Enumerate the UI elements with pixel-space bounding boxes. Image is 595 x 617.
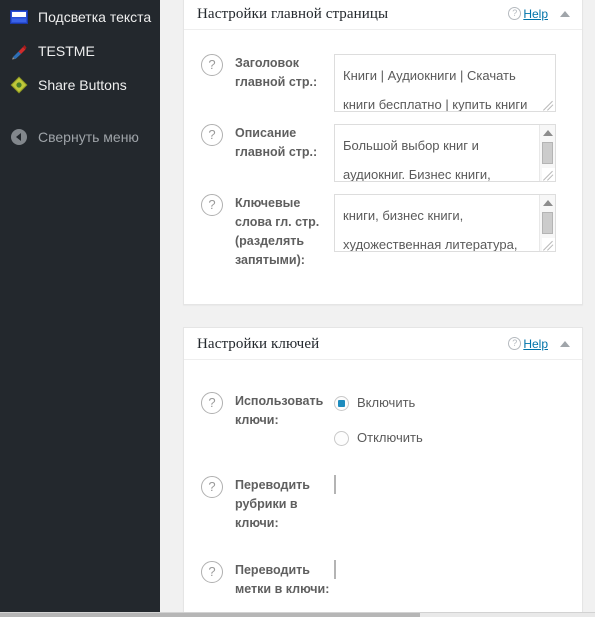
sidebar-item-testme[interactable]: TESTME bbox=[0, 34, 160, 68]
checkbox-input[interactable] bbox=[334, 475, 336, 494]
field-control bbox=[334, 560, 582, 579]
sidebar-item-share-buttons[interactable]: Share Buttons bbox=[0, 68, 160, 102]
question-mark-icon: ? bbox=[508, 7, 522, 20]
question-mark-icon: ? bbox=[508, 337, 522, 350]
form-row-use-keys: ? Использовать ключи: Включить Отключить bbox=[184, 360, 582, 449]
panel-header-actions: ? Help bbox=[508, 7, 570, 21]
resize-grip-icon[interactable] bbox=[542, 168, 555, 181]
main-content: Настройки главной страницы ? Help ? Заго… bbox=[160, 0, 595, 617]
question-mark-icon[interactable]: ? bbox=[201, 194, 223, 216]
textarea-value: Книги | Аудиокниги | Скачать книги беспл… bbox=[343, 68, 528, 112]
scrollbar-thumb[interactable] bbox=[542, 142, 553, 164]
field-label: Переводить рубрики в ключи: bbox=[235, 478, 310, 530]
field-control bbox=[334, 475, 582, 494]
form-row-tags-to-keys: ? Переводить метки в ключи: bbox=[184, 533, 582, 599]
field-label: Описание главной стр.: bbox=[235, 126, 318, 159]
sidebar-item-label: Share Buttons bbox=[38, 77, 127, 93]
diamond-share-icon bbox=[9, 75, 29, 95]
panel-header: Настройки главной страницы ? Help bbox=[184, 0, 582, 30]
sidebar-item-label: TESTME bbox=[38, 43, 95, 59]
resize-grip-icon[interactable] bbox=[542, 238, 555, 251]
field-control: Книги | Аудиокниги | Скачать книги беспл… bbox=[334, 54, 582, 112]
help-link-wrap[interactable]: ? Help bbox=[508, 7, 548, 21]
textarea-value: книги, бизнес книги, художественная лите… bbox=[343, 208, 518, 252]
form-row-home-title: ? Заголовок главной стр.: Книги | Аудиок… bbox=[184, 30, 582, 112]
form-row-home-keywords: ? Ключевые слова гл. стр. (разделять зап… bbox=[184, 182, 582, 270]
pen-icon bbox=[9, 41, 29, 61]
panel-title: Настройки ключей bbox=[197, 335, 320, 352]
chevron-up-icon[interactable] bbox=[560, 340, 570, 347]
question-mark-icon[interactable]: ? bbox=[201, 54, 223, 76]
question-mark-icon[interactable]: ? bbox=[201, 476, 223, 498]
field-label: Использовать ключи: bbox=[235, 394, 324, 427]
panel-keys-settings: Настройки ключей ? Help ? Использовать к… bbox=[183, 327, 583, 615]
field-control: книги, бизнес книги, художественная лите… bbox=[334, 194, 582, 252]
panel-body: ? Использовать ключи: Включить Отключить bbox=[184, 360, 582, 599]
field-control: Большой выбор книг и аудиокниг. Бизнес к… bbox=[334, 124, 582, 182]
radio-option-disable[interactable]: Отключить bbox=[334, 427, 582, 449]
panel-title: Настройки главной страницы bbox=[197, 5, 389, 22]
collapse-arrow-icon bbox=[9, 127, 29, 147]
panel-header-actions: ? Help bbox=[508, 337, 570, 351]
field-label: Переводить метки в ключи: bbox=[235, 563, 330, 596]
chevron-up-icon[interactable] bbox=[560, 10, 570, 17]
home-keywords-textarea[interactable]: книги, бизнес книги, художественная лите… bbox=[334, 194, 556, 252]
panel-body: ? Заголовок главной стр.: Книги | Аудиок… bbox=[184, 30, 582, 270]
help-link[interactable]: Help bbox=[523, 337, 548, 351]
question-mark-icon[interactable]: ? bbox=[201, 561, 223, 583]
checkbox-input[interactable] bbox=[334, 560, 336, 579]
radio-label: Отключить bbox=[357, 430, 423, 445]
textarea-value: Большой выбор книг и аудиокниг. Бизнес к… bbox=[343, 138, 491, 182]
sidebar-item-label: Подсветка текста bbox=[38, 9, 152, 25]
home-title-textarea[interactable]: Книги | Аудиокниги | Скачать книги беспл… bbox=[334, 54, 556, 112]
panel-home-settings: Настройки главной страницы ? Help ? Заго… bbox=[183, 0, 583, 305]
help-link[interactable]: Help bbox=[523, 7, 548, 21]
sidebar-collapse-label: Свернуть меню bbox=[38, 129, 139, 145]
sidebar-item-highlight-text[interactable]: Подсветка текста bbox=[0, 0, 160, 34]
home-description-textarea[interactable]: Большой выбор книг и аудиокниг. Бизнес к… bbox=[334, 124, 556, 182]
scroll-up-arrow-icon[interactable] bbox=[543, 200, 553, 206]
scrollbar-thumb[interactable] bbox=[542, 212, 553, 234]
question-mark-icon[interactable]: ? bbox=[201, 392, 223, 414]
radio-input[interactable] bbox=[334, 395, 349, 411]
field-label: Заголовок главной стр.: bbox=[235, 56, 318, 89]
panel-header: Настройки ключей ? Help bbox=[184, 328, 582, 360]
radio-input[interactable] bbox=[334, 430, 349, 446]
radio-option-enable[interactable]: Включить bbox=[334, 392, 582, 414]
field-label: Ключевые слова гл. стр. (разделять запят… bbox=[235, 196, 320, 267]
page-horizontal-scrollbar[interactable] bbox=[0, 612, 595, 617]
field-control: Включить Отключить bbox=[334, 392, 582, 449]
page-root: Подсветка текста TESTME Share Buttons Св… bbox=[0, 0, 595, 617]
resize-grip-icon[interactable] bbox=[542, 98, 555, 111]
highlight-icon bbox=[9, 7, 29, 27]
form-row-home-description: ? Описание главной стр.: Большой выбор к… bbox=[184, 112, 582, 182]
scroll-up-arrow-icon[interactable] bbox=[543, 130, 553, 136]
radio-label: Включить bbox=[357, 395, 416, 410]
scrollbar-thumb[interactable] bbox=[0, 613, 420, 617]
admin-sidebar: Подсветка текста TESTME Share Buttons Св… bbox=[0, 0, 160, 617]
sidebar-collapse-menu[interactable]: Свернуть меню bbox=[0, 120, 160, 154]
form-row-categories-to-keys: ? Переводить рубрики в ключи: bbox=[184, 449, 582, 533]
question-mark-icon[interactable]: ? bbox=[201, 124, 223, 146]
help-link-wrap[interactable]: ? Help bbox=[508, 337, 548, 351]
